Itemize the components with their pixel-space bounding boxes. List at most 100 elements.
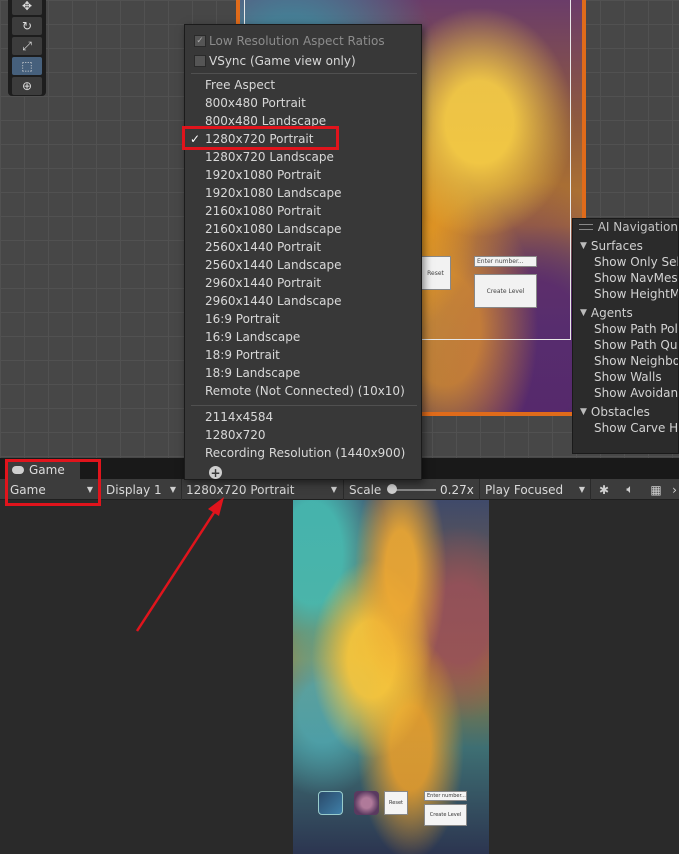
ai-navigation-overlay: AI Navigation ▼ Surfaces Show Only Sele S… <box>572 218 679 454</box>
scene-create-level-button: Create Level <box>474 274 537 308</box>
menu-item[interactable]: 800x480 Landscape <box>185 112 421 130</box>
toolbar-divider <box>590 479 591 500</box>
drag-handle-icon[interactable] <box>579 224 593 230</box>
menu-item-custom[interactable]: 1280x720 <box>185 426 421 444</box>
nav-item[interactable]: Show Only Sele <box>573 254 678 270</box>
menu-item[interactable]: 1280x720 Landscape <box>185 148 421 166</box>
tab-game[interactable]: Game <box>6 461 80 479</box>
menu-item-label: 2160x1080 Portrait <box>205 204 322 218</box>
rect-tool-icon[interactable]: ⬚ <box>12 57 42 75</box>
scale-slider-handle[interactable] <box>387 484 397 494</box>
menu-item-selected[interactable]: ✓ 1280x720 Portrait <box>185 130 421 148</box>
toolbar-divider <box>343 479 344 500</box>
menu-item[interactable]: 2960x1440 Landscape <box>185 292 421 310</box>
toggle-label: Low Resolution Aspect Ratios <box>209 34 385 48</box>
nav-item[interactable]: Show Path Que <box>573 337 678 353</box>
resolution-dropdown-menu: ✓ Low Resolution Aspect Ratios VSync (Ga… <box>184 24 422 480</box>
overflow-icon[interactable]: › <box>670 479 679 500</box>
caret-down-icon: ▼ <box>330 485 337 494</box>
scale-value: 0.27x <box>440 479 474 500</box>
checkbox-unchecked-icon[interactable] <box>194 55 206 67</box>
checkbox-checked-icon[interactable]: ✓ <box>194 35 206 47</box>
audio-icon[interactable]: 🔈︎ <box>621 479 639 500</box>
menu-item[interactable]: 2560x1440 Landscape <box>185 256 421 274</box>
menu-item-free-aspect[interactable]: Free Aspect <box>185 76 421 94</box>
nav-item[interactable]: Show Carve Hu <box>573 420 678 436</box>
menu-item-label: 1280x720 Portrait <box>205 132 314 146</box>
bug-icon[interactable]: ✱ <box>595 479 613 500</box>
game-reset-button[interactable]: Reset <box>384 791 408 815</box>
menu-item-label: 16:9 Landscape <box>205 330 301 344</box>
triangle-down-icon: ▼ <box>580 406 587 417</box>
view-type-dropdown[interactable]: Game ▼ <box>6 479 98 500</box>
toggle-low-resolution[interactable]: ✓ Low Resolution Aspect Ratios <box>185 32 421 50</box>
caret-down-icon: ▼ <box>578 485 585 494</box>
menu-item-label: Remote (Not Connected) (10x10) <box>205 384 405 398</box>
scale-tool-icon[interactable]: ⤢ <box>12 37 42 55</box>
play-mode-dropdown[interactable]: Play Focused ▼ <box>480 479 590 500</box>
nav-item[interactable]: Show NavMesh <box>573 270 678 286</box>
menu-item-custom[interactable]: Recording Resolution (1440x900) <box>185 444 421 462</box>
menu-item[interactable]: 2160x1080 Portrait <box>185 202 421 220</box>
toggle-vsync[interactable]: VSync (Game view only) <box>185 52 421 70</box>
caret-down-icon: ▼ <box>169 485 176 494</box>
menu-item-custom[interactable]: 2114x4584 <box>185 408 421 426</box>
menu-item[interactable]: 18:9 Portrait <box>185 346 421 364</box>
triangle-down-icon: ▼ <box>580 307 587 318</box>
menu-item[interactable]: 18:9 Landscape <box>185 364 421 382</box>
keyboard-icon[interactable]: ▦ <box>647 479 665 500</box>
nav-item[interactable]: Show Avoidanc <box>573 385 678 401</box>
menu-item[interactable]: 1920x1080 Landscape <box>185 184 421 202</box>
scale-label-text: Scale <box>349 482 382 497</box>
scale-value-text: 0.27x <box>440 482 474 497</box>
menu-item-label: 1920x1080 Portrait <box>205 168 322 182</box>
game-number-input[interactable]: Enter number... <box>424 791 467 801</box>
menu-item[interactable]: 2960x1440 Portrait <box>185 274 421 292</box>
game-toolbar: Game ▼ Display 1 ▼ 1280x720 Portrait ▼ S… <box>0 479 679 500</box>
menu-item-label: 1920x1080 Landscape <box>205 186 342 200</box>
menu-item[interactable]: Remote (Not Connected) (10x10) <box>185 382 421 400</box>
menu-item[interactable]: 2560x1440 Portrait <box>185 238 421 256</box>
view-type-label: Game <box>10 482 46 497</box>
triangle-down-icon: ▼ <box>580 240 587 251</box>
menu-item-label: 16:9 Portrait <box>205 312 280 326</box>
menu-item[interactable]: 800x480 Portrait <box>185 94 421 112</box>
section-surfaces[interactable]: ▼ Surfaces <box>573 237 678 254</box>
ai-navigation-header[interactable]: AI Navigation <box>573 219 678 235</box>
menu-item-label: 18:9 Portrait <box>205 348 280 362</box>
menu-item-label: 800x480 Landscape <box>205 114 327 128</box>
menu-item[interactable]: 16:9 Landscape <box>185 328 421 346</box>
menu-separator <box>191 405 417 406</box>
display-label: Display 1 <box>106 482 162 497</box>
section-agents[interactable]: ▼ Agents <box>573 304 678 321</box>
menu-item-label: 2960x1440 Landscape <box>205 294 342 308</box>
game-create-level-button[interactable]: Create Level <box>424 804 467 826</box>
plus-icon[interactable]: + <box>209 466 222 479</box>
toggle-label: VSync (Game view only) <box>209 54 356 68</box>
scene-number-input: Enter number... <box>474 256 537 267</box>
menu-item-label: 1280x720 <box>205 428 266 442</box>
display-dropdown[interactable]: Display 1 ▼ <box>101 479 181 500</box>
section-obstacles[interactable]: ▼ Obstacles <box>573 403 678 420</box>
nav-item[interactable]: Show Walls <box>573 369 678 385</box>
menu-item-label: Free Aspect <box>205 78 276 92</box>
nav-item[interactable]: Show Neighbo <box>573 353 678 369</box>
scale-label: Scale <box>349 479 381 500</box>
rotate-tool-icon[interactable]: ↻ <box>12 17 42 35</box>
menu-item[interactable]: 16:9 Portrait <box>185 310 421 328</box>
game-item-icon <box>318 791 343 815</box>
scene-reset-button: Reset <box>420 256 451 290</box>
nav-item[interactable]: Show Path Poly <box>573 321 678 337</box>
view-tool-icon[interactable]: ✥ <box>12 0 42 15</box>
menu-item-label: 2560x1440 Landscape <box>205 258 342 272</box>
caret-down-icon: ▼ <box>86 485 93 494</box>
transform-tool-icon[interactable]: ⊕ <box>12 77 42 95</box>
menu-item[interactable]: 1920x1080 Portrait <box>185 166 421 184</box>
play-mode-label: Play Focused <box>485 482 564 497</box>
menu-item-label: 2160x1080 Landscape <box>205 222 342 236</box>
nav-item[interactable]: Show HeightM <box>573 286 678 302</box>
menu-item-label: 1280x720 Landscape <box>205 150 334 164</box>
resolution-dropdown[interactable]: 1280x720 Portrait ▼ <box>182 479 342 500</box>
gamepad-icon <box>12 466 24 474</box>
menu-item[interactable]: 2160x1080 Landscape <box>185 220 421 238</box>
